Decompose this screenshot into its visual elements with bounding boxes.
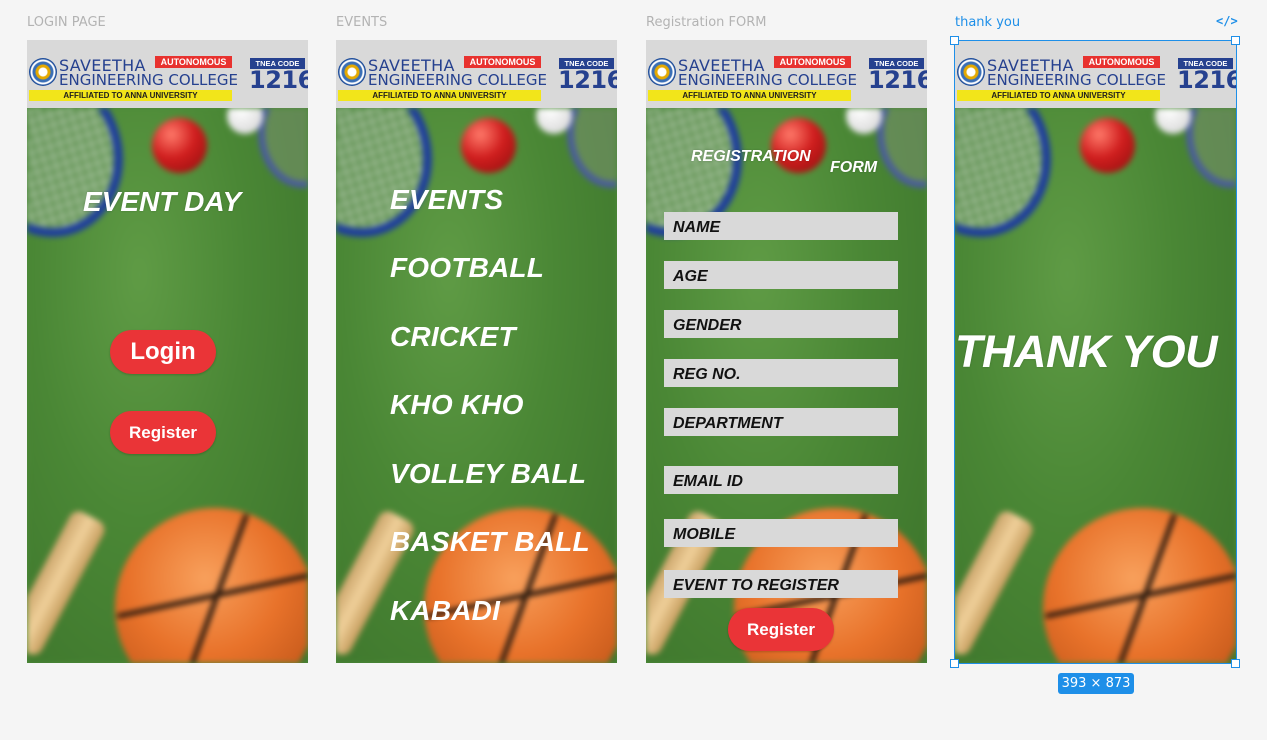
event-item-volley-ball[interactable]: VOLLEY BALL bbox=[390, 458, 586, 490]
event-item-football[interactable]: FOOTBALL bbox=[390, 252, 544, 284]
events-frame[interactable]: SAVEETHA ENGINEERING COLLEGE AUTONOMOUS … bbox=[336, 40, 617, 663]
form-title: FORM bbox=[830, 159, 878, 176]
frame-label-registration[interactable]: Registration FORM bbox=[646, 15, 767, 30]
register-button[interactable]: Register bbox=[110, 411, 216, 454]
registration-title: REGISTRATION bbox=[691, 148, 811, 165]
department-field[interactable]: DEPARTMENT bbox=[664, 408, 898, 436]
login-button[interactable]: Login bbox=[110, 330, 216, 374]
registration-frame[interactable]: SAVEETHA ENGINEERING COLLEGE AUTONOMOUS … bbox=[646, 40, 927, 663]
reg-no-field[interactable]: REG NO. bbox=[664, 359, 898, 387]
event-item-basket-ball[interactable]: BASKET BALL bbox=[390, 526, 590, 558]
event-item-kabadi[interactable]: KABADI bbox=[390, 595, 500, 627]
register-submit-button[interactable]: Register bbox=[728, 608, 834, 651]
event-day-title: EVENT DAY bbox=[83, 186, 242, 217]
frame-label-events[interactable]: EVENTS bbox=[336, 15, 387, 30]
login-frame[interactable]: SAVEETHA ENGINEERING COLLEGE AUTONOMOUS … bbox=[27, 40, 308, 663]
event-item-kho-kho[interactable]: KHO KHO bbox=[390, 389, 524, 421]
event-heading: EVENTS bbox=[390, 184, 504, 215]
resize-handle-top-left[interactable] bbox=[950, 36, 959, 45]
resize-handle-top-right[interactable] bbox=[1231, 36, 1240, 45]
resize-handle-bottom-right[interactable] bbox=[1231, 659, 1240, 668]
code-view-icon[interactable]: </> bbox=[1216, 14, 1238, 28]
event-to-register-field[interactable]: EVENT TO REGISTER bbox=[664, 570, 898, 598]
gender-field[interactable]: GENDER bbox=[664, 310, 898, 338]
age-field[interactable]: AGE bbox=[664, 261, 898, 289]
thank-you-title: THANK YOU bbox=[955, 326, 1218, 377]
resize-handle-bottom-left[interactable] bbox=[950, 659, 959, 668]
frame-label-thank-you[interactable]: thank you bbox=[955, 15, 1020, 30]
frame-label-login[interactable]: LOGIN PAGE bbox=[27, 15, 106, 30]
name-field[interactable]: NAME bbox=[664, 212, 898, 240]
event-item-cricket[interactable]: CRICKET bbox=[390, 321, 516, 353]
mobile-field[interactable]: MOBILE bbox=[664, 519, 898, 547]
thank-you-frame[interactable]: SAVEETHA ENGINEERING COLLEGE AUTONOMOUS … bbox=[955, 40, 1236, 663]
email-id-field[interactable]: EMAIL ID bbox=[664, 466, 898, 494]
dimensions-badge: 393 × 873 bbox=[1058, 673, 1134, 694]
